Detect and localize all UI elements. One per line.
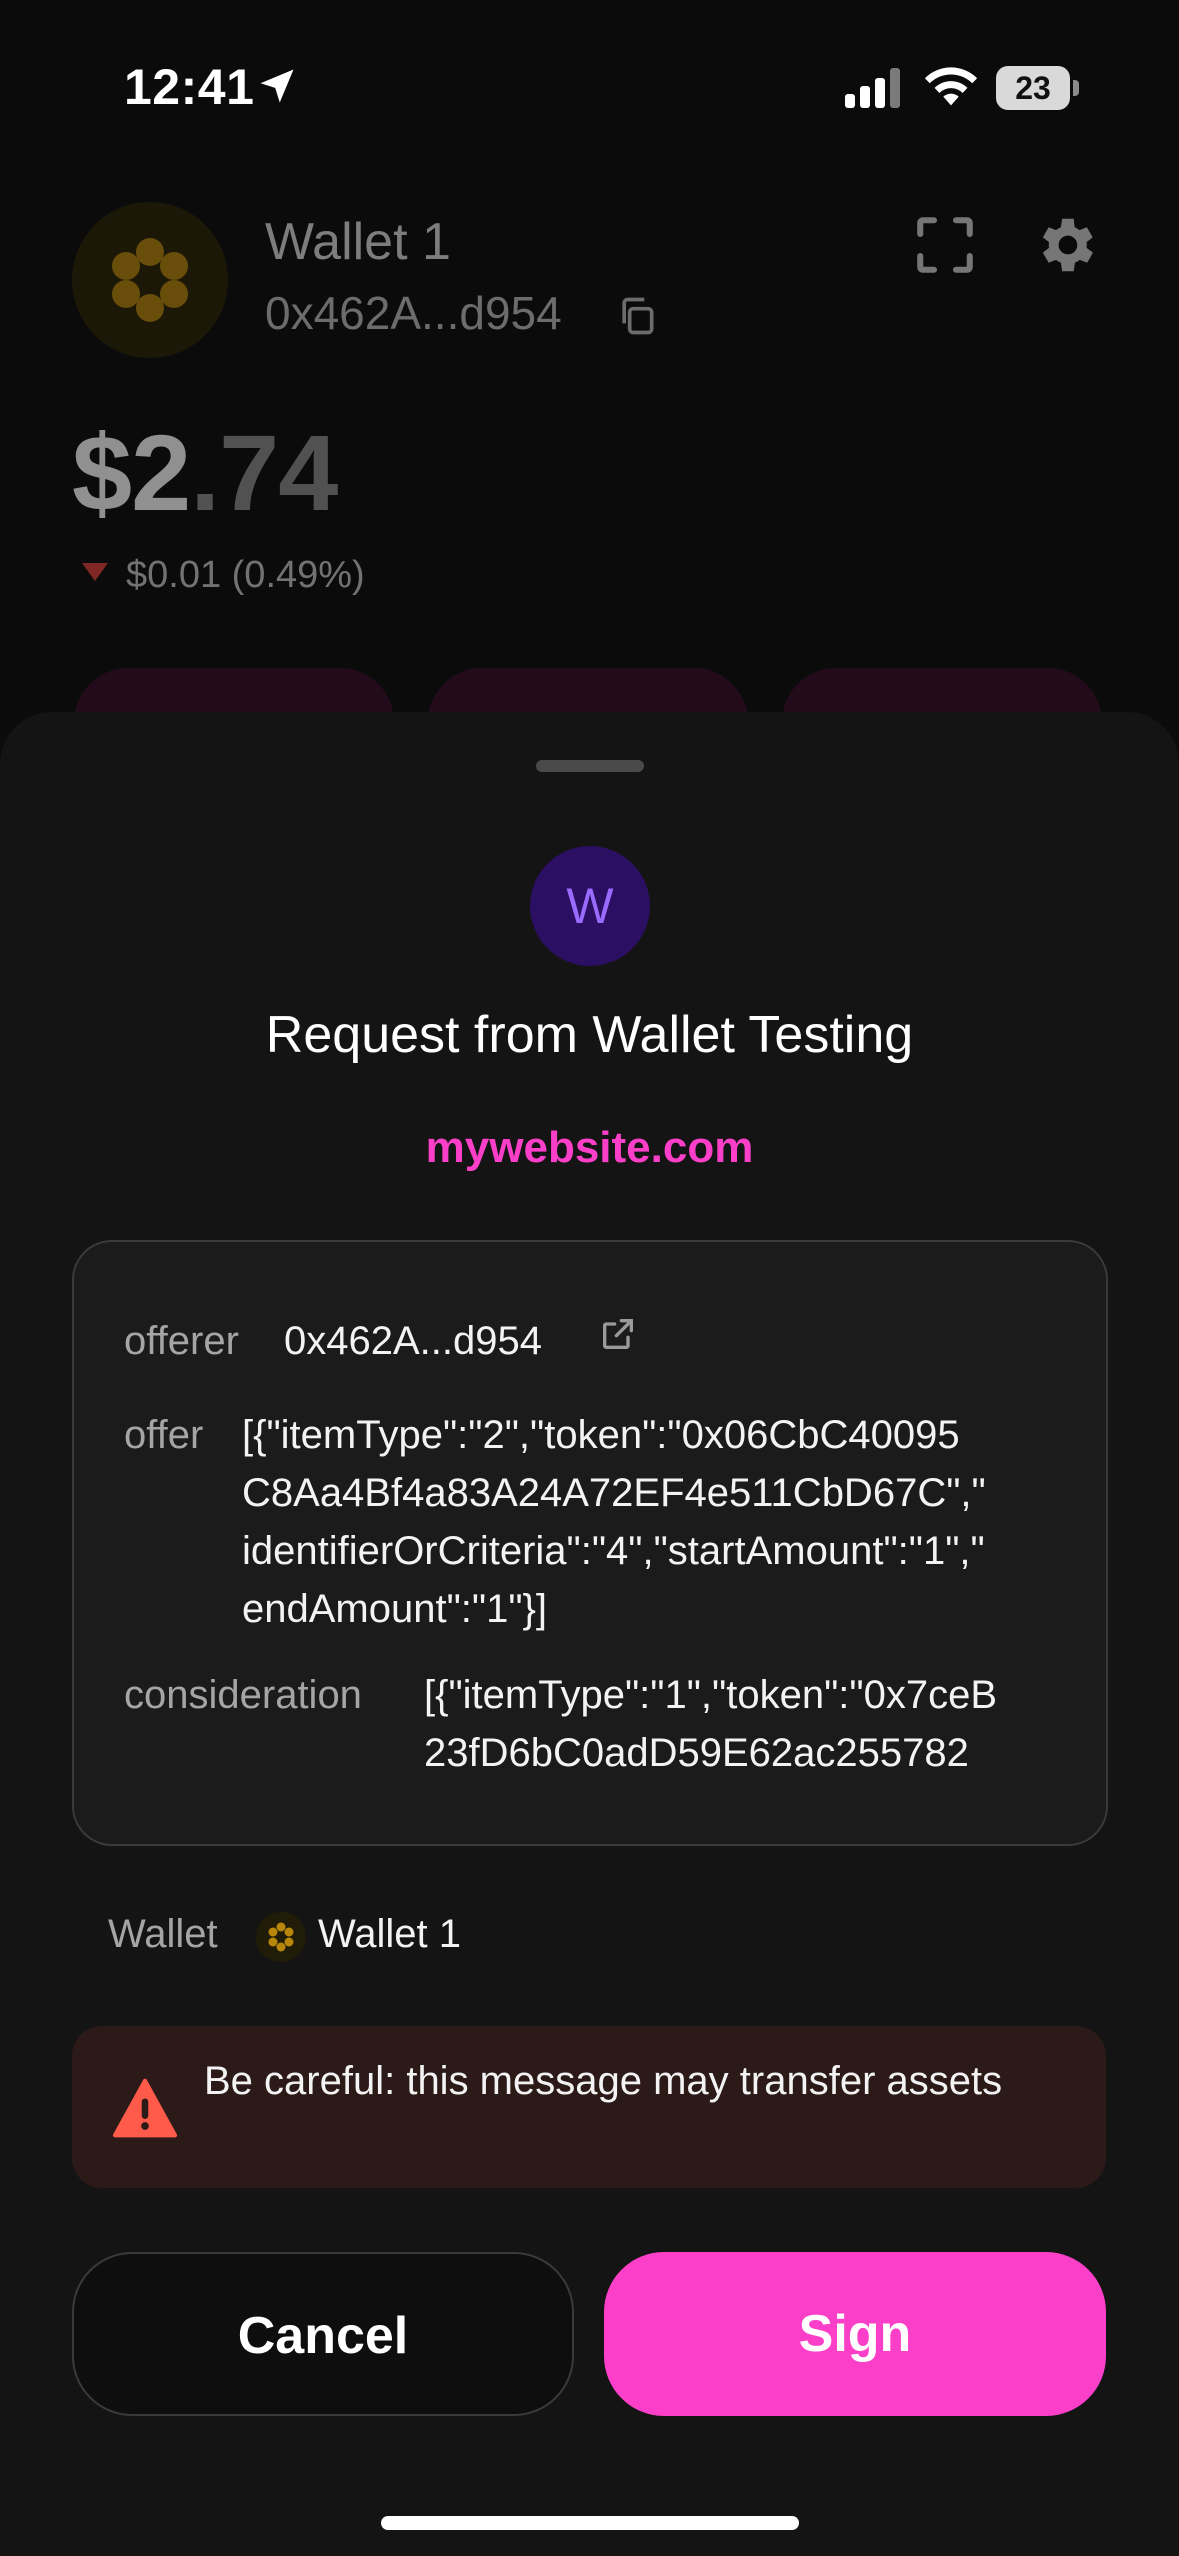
location-arrow-icon	[260, 69, 294, 103]
warning-triangle-icon	[112, 2078, 178, 2138]
field-label: consideration	[124, 1673, 362, 1717]
balance-change-value: $0.01 (0.49%)	[126, 554, 365, 596]
wallet-row-name: Wallet 1	[318, 1912, 462, 1956]
sign-button[interactable]: Sign	[604, 2252, 1106, 2416]
cancel-button[interactable]: Cancel	[72, 2252, 574, 2416]
field-label: offerer	[124, 1319, 239, 1363]
flower-avatar-icon	[112, 238, 188, 322]
cellular-signal-icon	[845, 68, 900, 108]
balance-change: $0.01 (0.49%)	[82, 554, 365, 597]
wallet-name: Wallet 1	[265, 213, 451, 271]
wallet-avatar[interactable]	[72, 202, 228, 358]
dapp-avatar: W	[530, 846, 650, 966]
request-url: mywebsite.com	[425, 1123, 754, 1172]
battery-level: 23	[996, 66, 1070, 110]
status-time: 12:41	[124, 59, 255, 115]
field-value: [{"itemType":"1","token":"0x7ceB 23fD6bC…	[424, 1673, 998, 1775]
external-link-icon[interactable]	[598, 1314, 638, 1354]
scan-qr-icon[interactable]	[912, 212, 978, 278]
warning-text: Be careful: this message may transfer as…	[204, 2059, 1003, 2103]
screen: 12:41 23 Wallet 1 0x462A...d954 $2.74 $0…	[0, 0, 1179, 2556]
copy-icon[interactable]	[615, 294, 659, 338]
wifi-icon	[924, 67, 978, 106]
wallet-address[interactable]: 0x462A...d954	[265, 286, 562, 340]
field-label: offer	[124, 1413, 204, 1457]
home-indicator[interactable]	[381, 2516, 799, 2530]
wallet-balance: $2.74	[72, 410, 338, 535]
battery-tip	[1073, 80, 1079, 96]
balance-decimal: .74	[190, 412, 338, 533]
sheet-grabber[interactable]	[536, 760, 644, 772]
balance-whole: $2	[72, 412, 191, 533]
message-details-card[interactable]: offerer 0x462A...d954 offer [{"itemType"…	[72, 1240, 1108, 1846]
field-value: [{"itemType":"2","token":"0x06CbC40095 C…	[242, 1413, 986, 1631]
down-arrow-icon	[82, 563, 108, 581]
gear-icon[interactable]	[1030, 210, 1100, 280]
request-title: Request from Wallet Testing	[265, 1006, 914, 1064]
wallet-row-avatar	[256, 1912, 306, 1962]
field-value: 0x462A...d954	[284, 1319, 542, 1363]
battery-indicator: 23	[996, 66, 1079, 110]
wallet-row-label: Wallet	[108, 1912, 218, 1956]
flower-avatar-icon	[268, 1922, 294, 1952]
